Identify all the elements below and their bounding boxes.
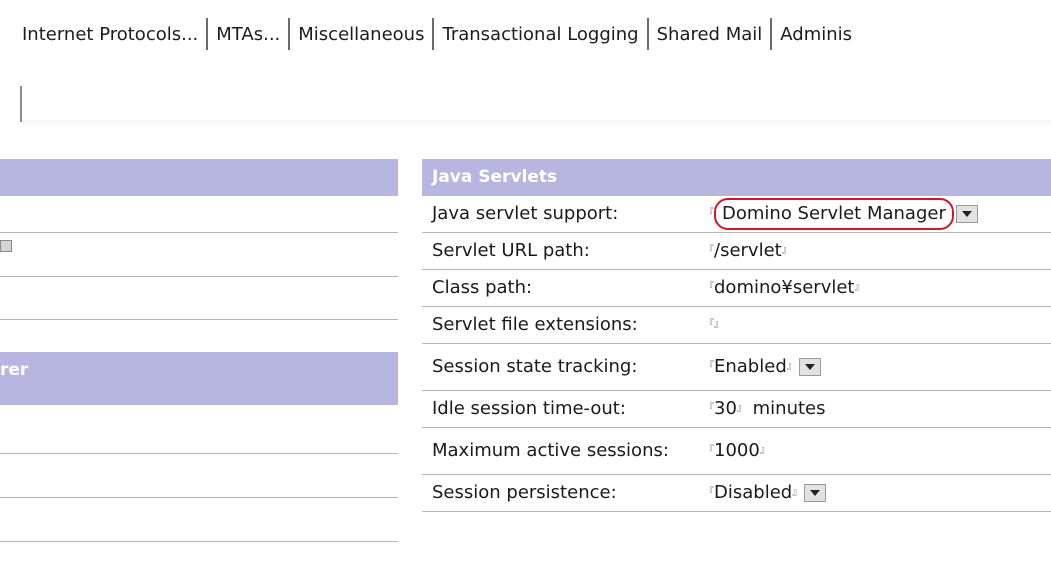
field-label: Idle session time-out: [432,398,626,419]
left-row-divider [0,497,398,498]
row-servlet-file-extensions: Servlet file extensions: 『』 [422,307,1051,344]
row-idle-session-timeout: Idle session time-out: 『30』 minutes [422,391,1051,428]
java-servlets-section: Java Servlets Java servlet support: 『 Dom… [422,159,1051,512]
idle-session-timeout-field[interactable]: 『30』 minutes [704,391,826,427]
field-label: Servlet URL path: [432,240,590,261]
tab-administration[interactable]: Adminis [772,24,860,45]
row-java-servlet-support: Java servlet support: 『 Domino Servlet Ma… [422,196,1051,233]
field-close-bracket: 』 [736,403,747,414]
field-open-bracket: 『 [704,445,714,456]
highlight-circle: Domino Servlet Manager [714,198,954,230]
field-value: 1000 [714,440,760,461]
left-row-divider [0,276,398,277]
left-section-header-2: rer [0,352,398,405]
field-open-bracket: 『 [704,361,714,372]
field-close-bracket: 』 [714,319,724,330]
field-open-bracket: 『 [704,319,714,330]
field-label: Java servlet support: [432,203,619,224]
field-label: Maximum active sessions: [432,440,669,461]
field-close-bracket: 』 [786,361,797,372]
field-open-bracket: 『 [704,487,714,498]
dropdown-arrow-icon[interactable] [798,358,821,376]
field-label: Servlet file extensions: [432,314,638,335]
field-open-bracket: 『 [704,208,714,219]
dropdown-arrow-icon[interactable] [955,205,978,223]
field-open-bracket: 『 [704,282,714,293]
tab-mtas[interactable]: MTAs... [208,24,288,45]
field-value: Domino Servlet Manager [722,203,946,224]
maximum-active-sessions-field[interactable]: 『1000』 [704,428,770,474]
field-close-bracket: 』 [759,445,770,456]
toolbar-divider [20,86,22,122]
field-value: /servlet [714,240,782,261]
field-close-bracket: 』 [854,282,865,293]
left-row-divider [0,232,398,233]
tab-bar: Internet Protocols... MTAs... Miscellane… [22,14,860,54]
java-servlet-support-field[interactable]: 『 Domino Servlet Manager [704,196,978,232]
field-value: domino¥servlet [714,277,855,298]
field-value: Disabled [714,482,793,503]
row-session-persistence: Session persistence: 『Disabled』 [422,475,1051,512]
field-unit: minutes [752,398,826,419]
field-open-bracket: 『 [704,403,714,414]
tab-shared-mail[interactable]: Shared Mail [649,24,771,45]
field-label: Session state tracking: [432,356,638,377]
left-row-divider [0,319,398,320]
left-row-divider [0,541,398,542]
class-path-field[interactable]: 『domino¥servlet』 [704,270,864,306]
java-servlets-header: Java Servlets [422,159,1051,196]
left-dropdown-button[interactable] [0,240,12,252]
session-persistence-field[interactable]: 『Disabled』 [704,475,827,511]
left-row-divider [0,453,398,454]
tab-internet-protocols[interactable]: Internet Protocols... [22,24,206,45]
tab-miscellaneous[interactable]: Miscellaneous [290,24,432,45]
toolbar-shadow [22,120,1051,128]
left-section-header [0,159,398,196]
field-open-bracket: 『 [704,245,714,256]
field-label: Class path: [432,277,533,298]
servlet-file-extensions-field[interactable]: 『』 [704,307,724,343]
tab-transactional-logging[interactable]: Transactional Logging [434,24,646,45]
row-maximum-active-sessions: Maximum active sessions: 『1000』 [422,428,1051,475]
left-section-header-label: rer [0,360,29,380]
row-class-path: Class path: 『domino¥servlet』 [422,270,1051,307]
dropdown-arrow-icon[interactable] [804,484,827,502]
field-label: Session persistence: [432,482,617,503]
session-state-tracking-field[interactable]: 『Enabled』 [704,344,821,390]
servlet-url-path-field[interactable]: 『/servlet』 [704,233,792,269]
row-servlet-url-path: Servlet URL path: 『/servlet』 [422,233,1051,270]
field-value: Enabled [714,356,787,377]
field-value: 30 [714,398,737,419]
row-session-state-tracking: Session state tracking: 『Enabled』 [422,344,1051,391]
field-close-bracket: 』 [781,245,792,256]
field-close-bracket: 』 [792,487,803,498]
